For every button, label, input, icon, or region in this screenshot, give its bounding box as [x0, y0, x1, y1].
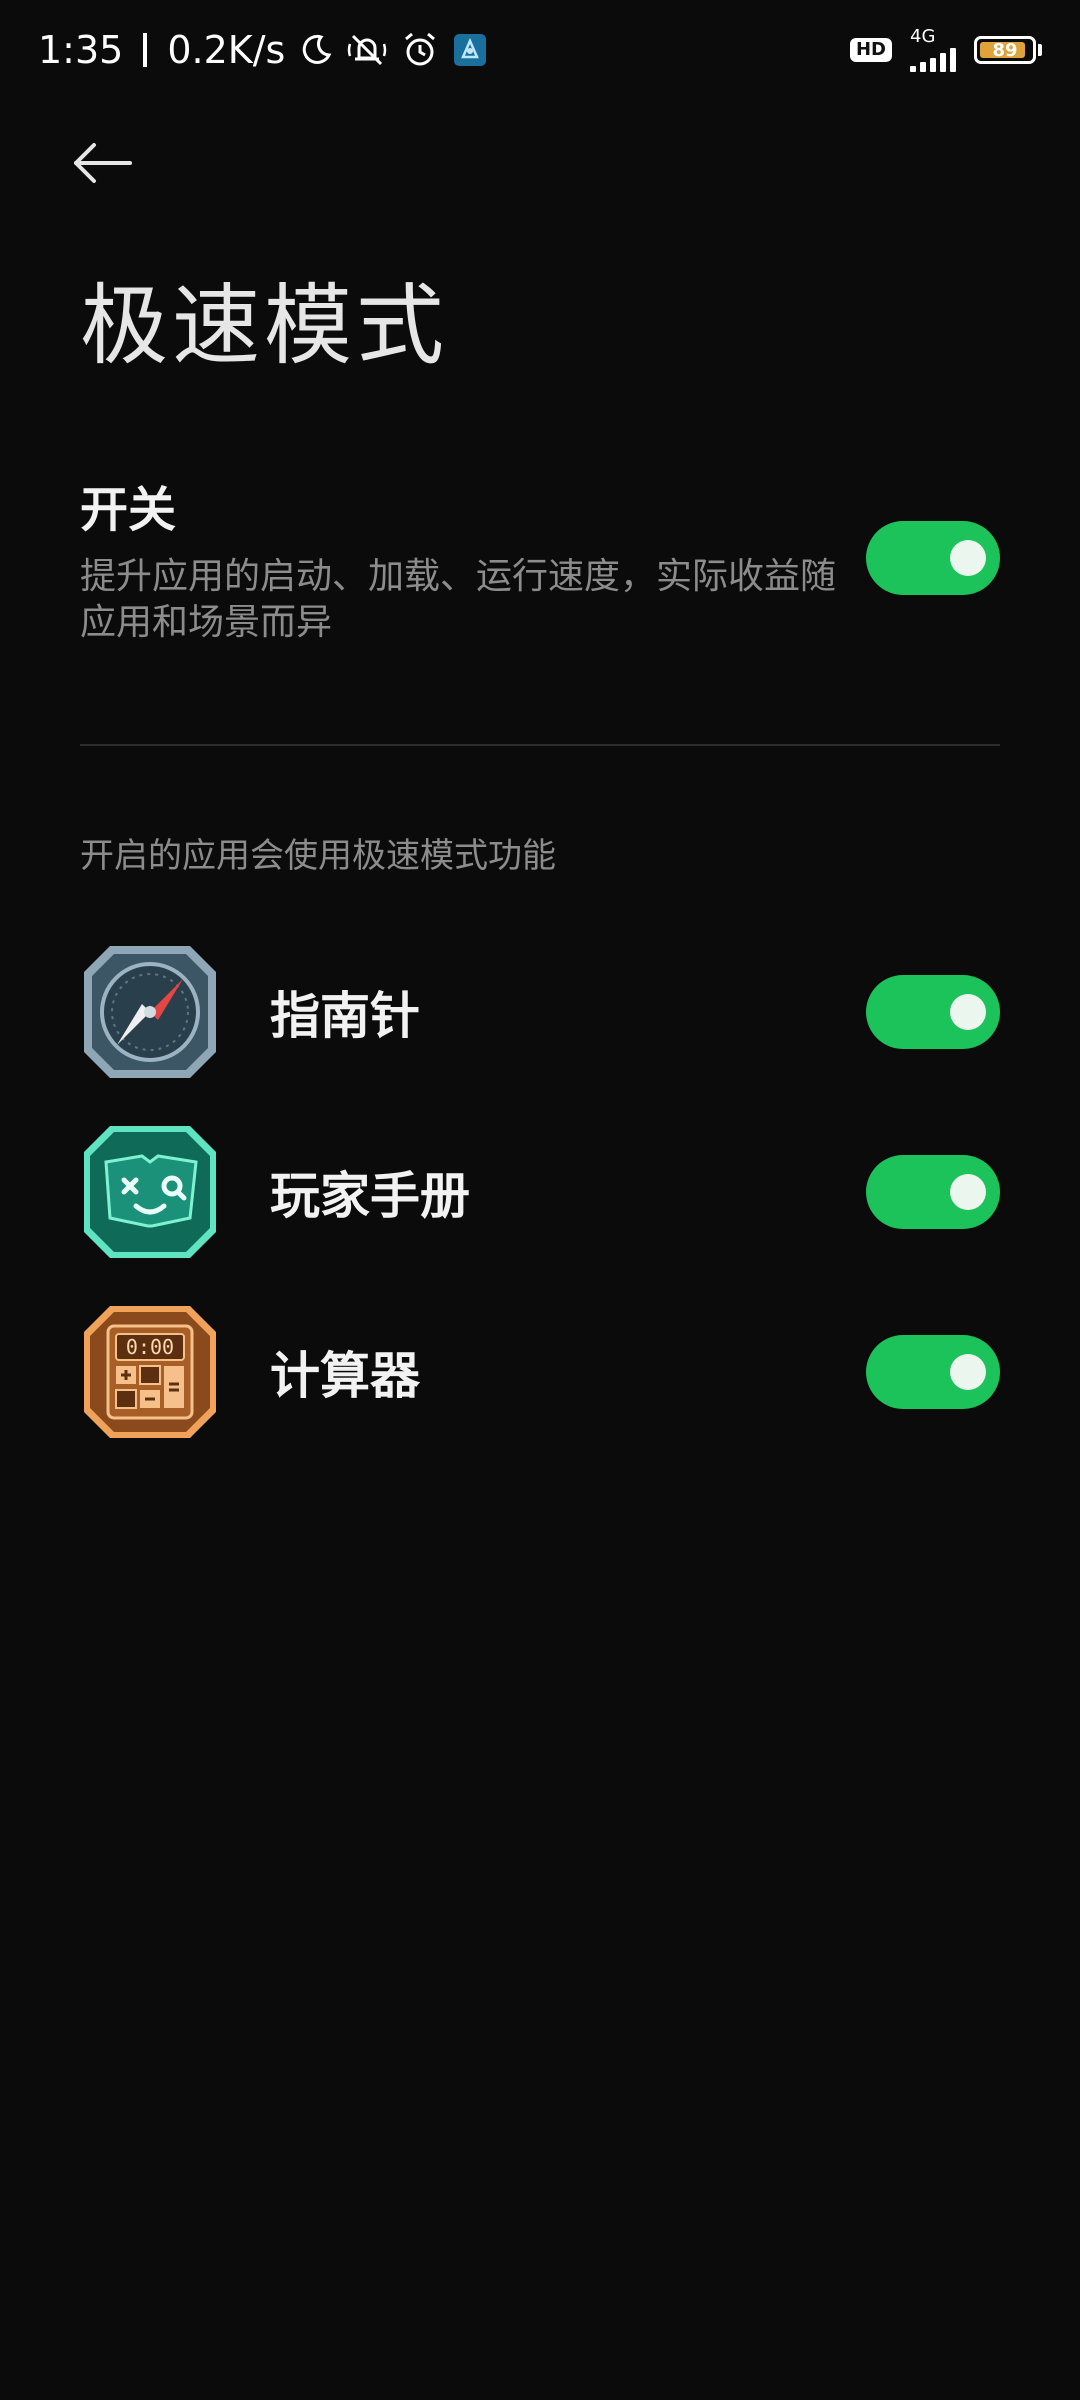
compass-toggle[interactable] — [866, 975, 1000, 1049]
calculator-app-icon: 0:00 — [80, 1302, 220, 1442]
app-name: 计算器 — [270, 1347, 420, 1405]
back-button[interactable] — [70, 130, 150, 200]
toggle-knob — [950, 540, 986, 576]
toggle-knob — [950, 994, 986, 1030]
app-row-player-handbook[interactable]: 玩家手册 — [80, 1102, 1000, 1282]
status-separator — [143, 33, 148, 67]
battery-icon: 89 — [974, 36, 1042, 64]
app-row-left: 指南针 — [80, 942, 420, 1082]
calculator-toggle[interactable] — [866, 1335, 1000, 1409]
status-time: 1:35 — [38, 28, 124, 72]
app-row-left: 玩家手册 — [80, 1122, 470, 1262]
app-row-left: 0:00 计算器 — [80, 1302, 420, 1442]
toggle-knob — [950, 1354, 986, 1390]
battery-body: 89 — [974, 36, 1036, 64]
master-switch-description: 提升应用的启动、加载、运行速度，实际收益随应用和场景而异 — [80, 556, 837, 643]
section-header: 开启的应用会使用极速模式功能 — [80, 836, 556, 876]
signal-bars — [910, 48, 956, 72]
player-handbook-app-icon — [80, 1122, 220, 1262]
page-title: 极速模式 — [80, 274, 449, 377]
svg-text:0:00: 0:00 — [126, 1335, 174, 1359]
app-notification-icon — [453, 33, 487, 67]
battery-level: 89 — [992, 39, 1018, 61]
back-arrow-icon — [70, 141, 134, 189]
status-bar: 1:35 0.2K/s HD 4G 89 — [0, 0, 1080, 100]
moon-icon — [299, 33, 333, 67]
battery-cap — [1038, 44, 1042, 56]
player-handbook-toggle[interactable] — [866, 1155, 1000, 1229]
master-switch-row[interactable]: 开关 提升应用的启动、加载、运行速度，实际收益随应用和场景而异 — [80, 470, 1000, 646]
app-row-calculator[interactable]: 0:00 计算器 — [80, 1282, 1000, 1462]
master-switch-text: 开关 提升应用的启动、加载、运行速度，实际收益随应用和场景而异 — [80, 470, 850, 646]
master-switch-toggle[interactable] — [866, 521, 1000, 595]
muted-bell-icon — [347, 32, 387, 68]
alarm-icon — [401, 31, 439, 69]
screen: 1:35 0.2K/s HD 4G 89 极速模式 开关 提升应用的启动、加载、… — [0, 0, 1080, 2400]
toggle-knob — [950, 1174, 986, 1210]
status-net-speed: 0.2K/s — [167, 28, 286, 72]
status-left: 1:35 0.2K/s — [38, 28, 487, 72]
app-list: 指南针 玩家手册 0:00 计算器 — [80, 922, 1000, 1462]
compass-app-icon — [80, 942, 220, 1082]
hd-badge: HD — [849, 38, 892, 62]
network-type: 4G — [910, 26, 936, 47]
signal-icon: 4G — [910, 28, 956, 72]
app-row-compass[interactable]: 指南针 — [80, 922, 1000, 1102]
app-name: 指南针 — [270, 987, 420, 1045]
master-switch-label: 开关 — [80, 482, 177, 538]
divider — [80, 744, 1000, 746]
status-right: HD 4G 89 — [849, 28, 1042, 72]
app-name: 玩家手册 — [270, 1167, 470, 1225]
